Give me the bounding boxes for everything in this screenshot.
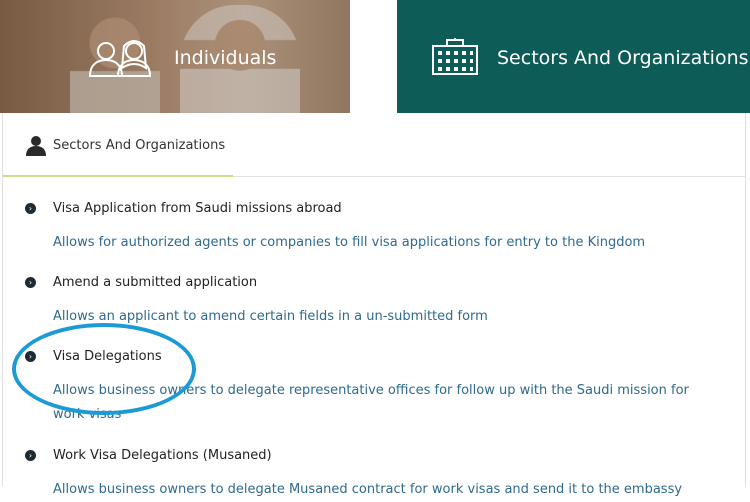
subtab-label: Sectors And Organizations: [53, 137, 226, 153]
tab-individuals-label: Individuals: [174, 47, 277, 69]
active-subtab-underline: [3, 175, 233, 177]
tab-sectors-and-organizations[interactable]: Sectors And Organizations: [397, 0, 750, 113]
service-title[interactable]: Work Visa Delegations (Musaned): [53, 448, 272, 463]
chevron-right-circle-icon: ›: [25, 203, 36, 214]
tab-individuals[interactable]: Individuals: [0, 0, 350, 113]
chevron-right-circle-icon: ›: [25, 277, 36, 288]
service-title[interactable]: Visa Application from Saudi missions abr…: [53, 201, 342, 216]
service-title[interactable]: Visa Delegations: [53, 349, 162, 364]
service-description[interactable]: Allows an applicant to amend certain fie…: [53, 305, 693, 329]
tab-sectors-label: Sectors And Organizations: [497, 47, 749, 69]
user-icon: [26, 136, 46, 156]
chevron-right-circle-icon: ›: [25, 450, 36, 461]
service-description[interactable]: Allows business owners to delegate Musan…: [53, 478, 693, 502]
service-description[interactable]: Allows for authorized agents or companie…: [53, 231, 693, 255]
building-icon: [432, 38, 478, 75]
service-title[interactable]: Amend a submitted application: [53, 275, 257, 290]
subtab-sectors-and-organizations[interactable]: Sectors And Organizations: [25, 133, 225, 157]
chevron-right-circle-icon: ›: [25, 351, 36, 362]
service-description[interactable]: Allows business owners to delegate repre…: [53, 379, 693, 427]
people-icon: [88, 40, 152, 77]
services-panel: Sectors And Organizations › Visa Applica…: [2, 113, 746, 497]
